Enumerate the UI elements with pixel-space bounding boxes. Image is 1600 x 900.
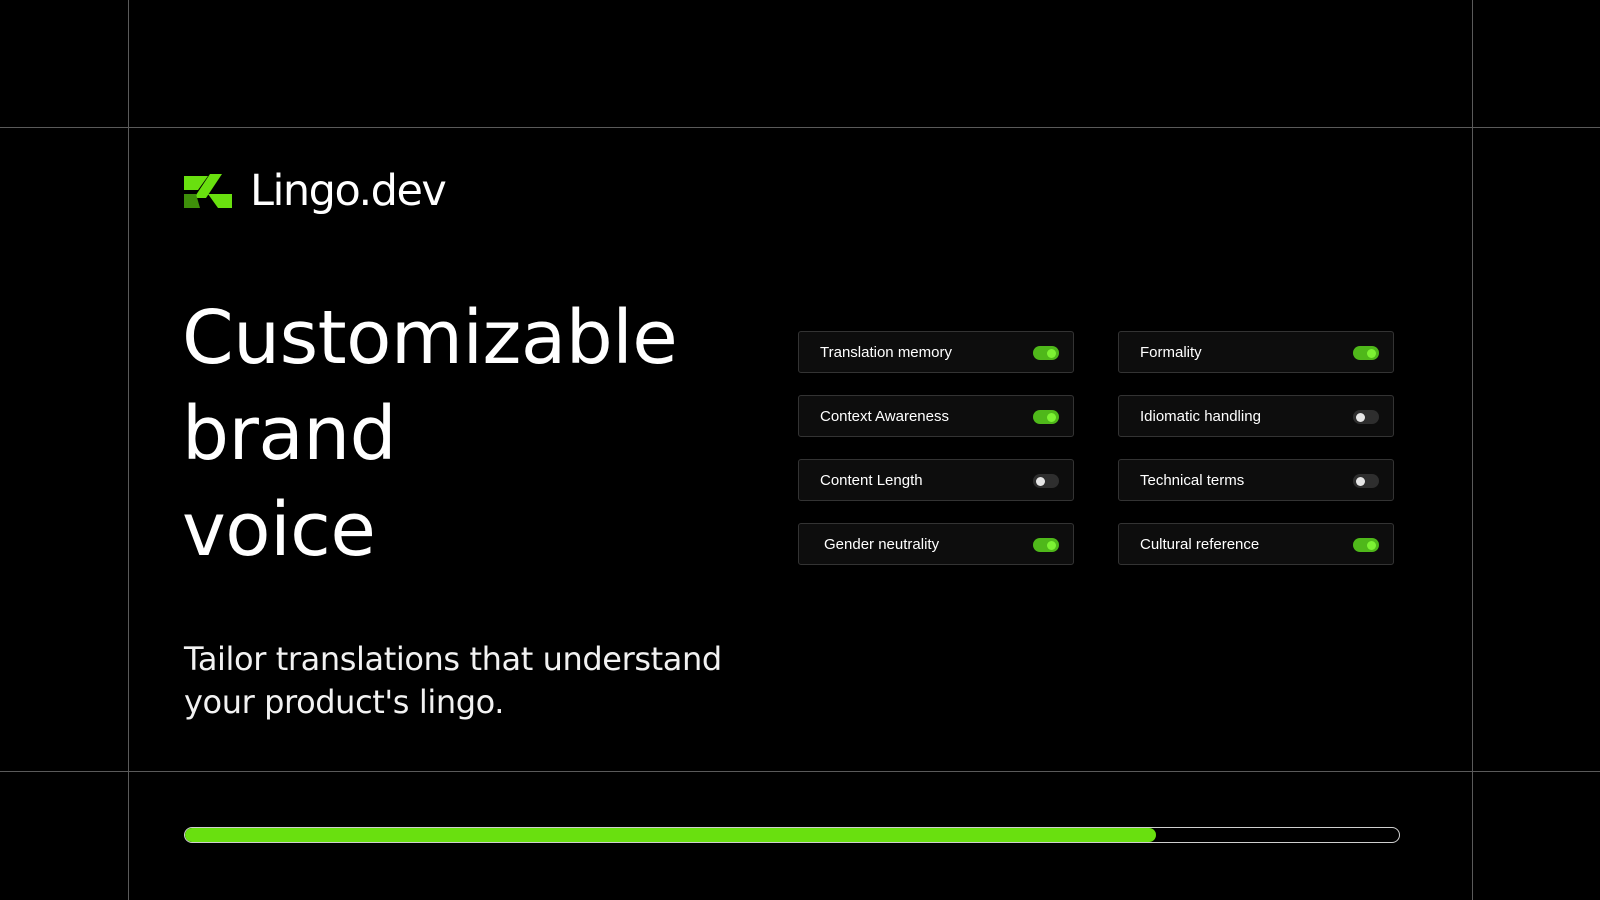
toggle-switch[interactable]	[1353, 474, 1379, 488]
toggle-label: Translation memory	[820, 344, 952, 361]
frame-line-top	[0, 127, 1600, 128]
toggle-label: Gender neutrality	[824, 536, 940, 553]
toggle-knob	[1047, 541, 1056, 550]
toggle-label: Context Awareness	[820, 408, 949, 425]
toggle-card-technical-terms: Technical terms	[1118, 459, 1394, 501]
brand-logo: Lingo.dev	[184, 166, 447, 216]
frame-line-left	[128, 0, 129, 900]
toggle-switch[interactable]	[1353, 410, 1379, 424]
toggle-card-translation-memory: Translation memory	[798, 331, 1074, 373]
lingo-logo-mark-icon	[184, 173, 232, 208]
subtitle-line: your product's lingo.	[184, 683, 505, 721]
subtitle-line: Tailor translations that understand	[184, 640, 722, 678]
toggle-switch[interactable]	[1353, 346, 1379, 360]
toggle-card-idiomatic-handling: Idiomatic handling	[1118, 395, 1394, 437]
toggle-label: Cultural reference	[1140, 536, 1260, 553]
toggle-card-gender-neutrality: Gender neutrality	[798, 523, 1074, 565]
toggle-knob	[1367, 349, 1376, 358]
subtitle: Tailor translations that understand your…	[184, 638, 722, 724]
toggle-card-formality: Formality	[1118, 331, 1394, 373]
toggle-knob	[1367, 541, 1376, 550]
toggle-label: Technical terms	[1140, 472, 1245, 489]
frame-line-right	[1472, 0, 1473, 900]
toggle-knob	[1047, 413, 1056, 422]
progress-bar	[184, 827, 1400, 843]
toggle-switch[interactable]	[1353, 538, 1379, 552]
toggle-switch[interactable]	[1033, 474, 1059, 488]
toggle-knob	[1356, 413, 1365, 422]
toggle-label: Formality	[1140, 344, 1202, 361]
frame-line-bottom	[0, 771, 1600, 772]
progress-bar-fill	[185, 828, 1157, 842]
toggle-switch[interactable]	[1033, 538, 1059, 552]
toggle-card-content-length: Content Length	[798, 459, 1074, 501]
toggle-switch[interactable]	[1033, 410, 1059, 424]
toggle-card-cultural-reference: Cultural reference	[1118, 523, 1394, 565]
toggle-label: Idiomatic handling	[1140, 408, 1261, 425]
brand-name: Lingo.dev	[250, 166, 447, 216]
page-title: Customizable brand voice	[182, 290, 678, 578]
toggle-switch[interactable]	[1033, 346, 1059, 360]
toggle-knob	[1356, 477, 1365, 486]
headline-line: Customizable	[182, 295, 678, 381]
toggle-label: Content Length	[820, 472, 923, 489]
headline-line: brand	[182, 391, 397, 477]
toggle-card-context-awareness: Context Awareness	[798, 395, 1074, 437]
headline-line: voice	[182, 487, 376, 573]
toggle-knob	[1036, 477, 1045, 486]
toggle-knob	[1047, 349, 1056, 358]
